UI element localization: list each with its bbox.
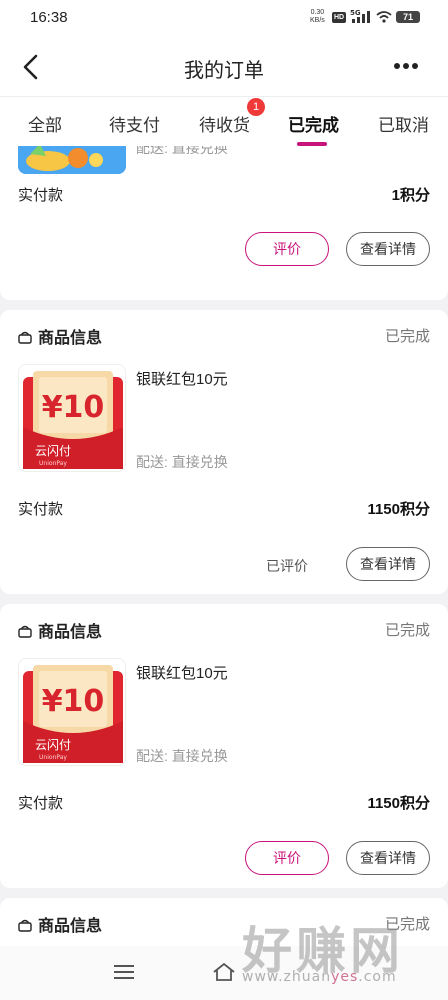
paid-value: 1150积分 <box>367 795 430 812</box>
product-name[interactable]: 银联红包10元 <box>136 368 228 389</box>
svg-text:云闪付: 云闪付 <box>35 444 71 458</box>
shopping-bag-icon <box>18 625 32 638</box>
tab-pending-receipt[interactable]: 待收货 <box>199 111 250 136</box>
wifi-icon <box>376 11 392 23</box>
tab-pending-payment[interactable]: 待支付 <box>109 111 160 136</box>
svg-text:¥10: ¥10 <box>42 684 105 719</box>
paid-value: 1150积分 <box>367 501 430 518</box>
tab-cancelled[interactable]: 已取消 <box>378 111 429 136</box>
card-section-title: 商品信息 <box>18 912 102 936</box>
order-status: 已完成 <box>384 622 430 639</box>
hd-icon: HD <box>332 12 346 23</box>
paid-label: 实付款 <box>18 187 64 204</box>
svg-text:5G: 5G <box>350 9 361 17</box>
tab-completed[interactable]: 已完成 <box>288 111 339 136</box>
pending-receipt-badge: 1 <box>247 98 265 116</box>
nav-bar: 我的订单 <box>0 38 448 96</box>
product-thumbnail[interactable]: ¥10 云闪付 UnionPay <box>18 658 126 766</box>
delivery-method: 配送: 直接兑换 <box>136 454 228 470</box>
svg-text:¥10: ¥10 <box>42 390 105 425</box>
order-status: 已完成 <box>384 328 430 345</box>
tab-all[interactable]: 全部 <box>28 111 62 136</box>
points-product-icon <box>18 146 126 174</box>
svg-text:UnionPay: UnionPay <box>39 754 67 761</box>
review-button[interactable]: 评价 <box>245 232 329 266</box>
site-watermark: 好赚网 www.zhuanyes.com <box>242 905 442 1000</box>
paid-label: 实付款 <box>18 795 64 812</box>
unionpay-redpacket-icon: ¥10 云闪付 UnionPay <box>23 665 123 763</box>
paid-value: 1积分 <box>391 187 430 204</box>
product-thumbnail[interactable]: ¥10 云闪付 UnionPay <box>18 364 126 472</box>
delivery-method: 配送: 直接兑换 <box>136 146 228 156</box>
page-title: 我的订单 <box>184 60 264 82</box>
order-card: 配送: 直接兑换 实付款 1积分 评价 查看详情 <box>0 146 448 300</box>
home-icon[interactable] <box>212 962 236 982</box>
svg-text:UnionPay: UnionPay <box>39 460 67 467</box>
delivery-method: 配送: 直接兑换 <box>136 748 228 764</box>
order-card: 商品信息 已完成 ¥10 云闪付 UnionPay 银联红包10元 配送: 直接… <box>0 604 448 888</box>
network-speed: 0.30 KB/s <box>310 9 325 24</box>
shopping-bag-icon <box>18 919 32 932</box>
unionpay-redpacket-icon: ¥10 云闪付 UnionPay <box>23 371 123 469</box>
product-name[interactable]: 银联红包10元 <box>136 662 228 683</box>
view-details-button[interactable]: 查看详情 <box>346 547 430 581</box>
battery-icon: 71 <box>396 11 420 23</box>
shopping-bag-icon <box>18 331 32 344</box>
status-bar: 16:38 0.30 KB/s HD 5G 71 <box>0 0 448 38</box>
order-card: 商品信息 已完成 ¥10 云闪付 UnionPay 银联红包10元 配送: 直接… <box>0 310 448 594</box>
signal-icon: 5G <box>350 9 370 23</box>
menu-icon[interactable] <box>114 964 134 980</box>
watermark-url: www.zhuanyes.com <box>242 969 397 985</box>
card-section-title: 商品信息 <box>18 618 102 642</box>
view-details-button[interactable]: 查看详情 <box>346 232 430 266</box>
view-details-button[interactable]: 查看详情 <box>346 841 430 875</box>
order-list[interactable]: 配送: 直接兑换 实付款 1积分 评价 查看详情 商品信息 已完成 ¥10 云闪… <box>0 146 448 946</box>
reviewed-label: 已评价 <box>266 558 308 574</box>
card-section-title: 商品信息 <box>18 324 102 348</box>
order-tabs: 全部 待支付 待收货 已完成 已取消 <box>0 96 448 146</box>
product-thumbnail <box>18 146 126 174</box>
status-time: 16:38 <box>30 9 68 26</box>
review-button[interactable]: 评价 <box>245 841 329 875</box>
svg-text:云闪付: 云闪付 <box>35 738 71 752</box>
more-icon[interactable] <box>392 56 420 76</box>
paid-label: 实付款 <box>18 501 64 518</box>
